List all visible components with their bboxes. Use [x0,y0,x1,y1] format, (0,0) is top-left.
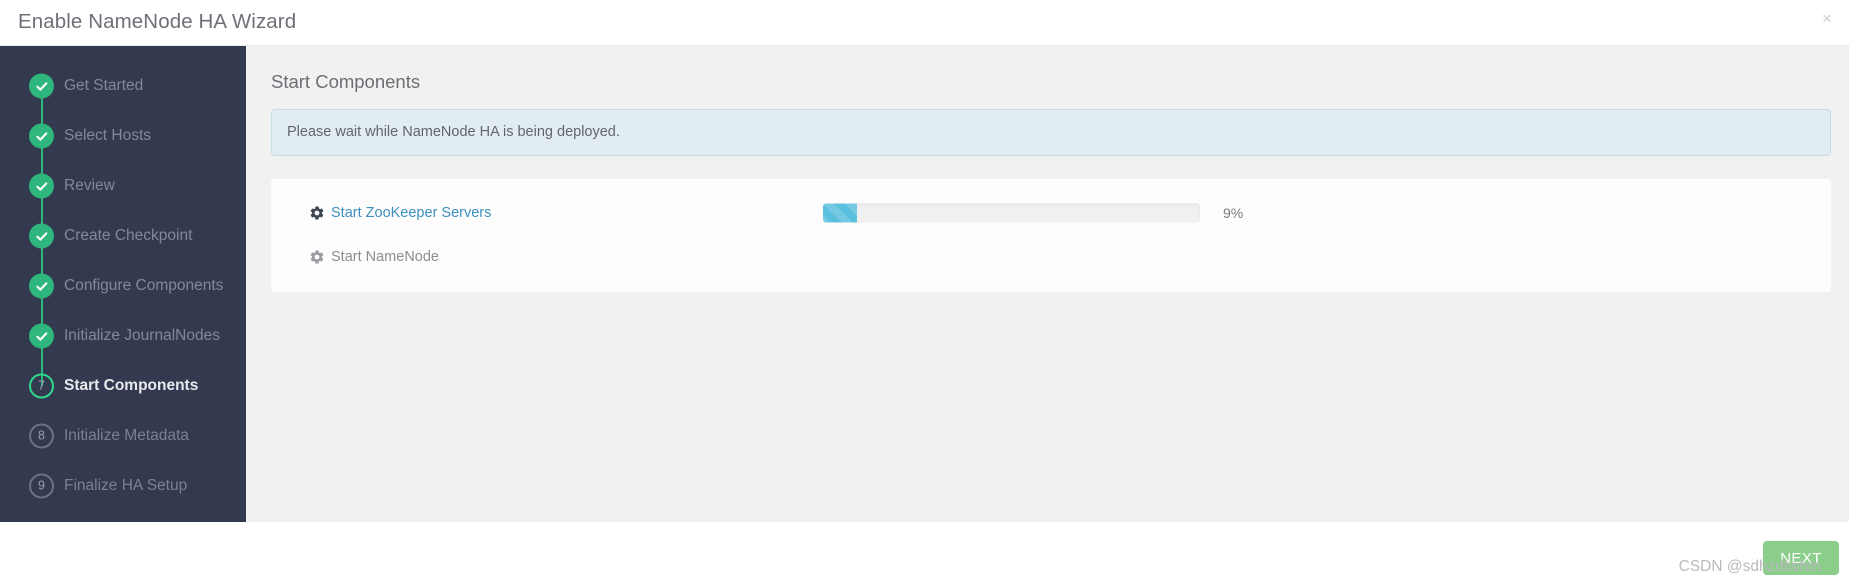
sidebar-step-label: Finalize HA Setup [64,477,188,494]
step-complete-check-icon [29,273,54,299]
main-content: Start Components Please wait while NameN… [246,46,1849,522]
step-complete-check-icon [29,173,54,199]
sidebar-step-configure-components[interactable]: Configure Components [0,261,246,336]
next-button[interactable]: NEXT [1763,541,1839,575]
step-number: 8 [38,428,45,443]
step-complete-check-icon [29,73,54,99]
sidebar-step-select-hosts[interactable]: Select Hosts [0,111,246,186]
step-number-badge: 9 [29,473,54,499]
task-list-card: Start ZooKeeper Servers 9% Start NameNode [271,179,1831,292]
step-number-badge: 8 [29,423,54,449]
sidebar-step-get-started[interactable]: Get Started [0,61,246,136]
sidebar-step-finalize-ha-setup[interactable]: 9 Finalize HA Setup [0,461,246,511]
footer-bar: NEXT CSDN @sdhzdtwhm [0,522,1849,584]
sidebar-step-label: Start Components [64,377,199,394]
close-icon[interactable]: × [1816,8,1838,30]
step-complete-check-icon [29,123,54,149]
step-number: 7 [38,378,45,393]
sidebar-step-label: Review [64,177,115,194]
step-list: Get Started Select Hosts Review Create Chec… [0,61,246,511]
title-bar: Enable NameNode HA Wizard × [0,0,1849,46]
task-row: Start ZooKeeper Servers 9% [271,191,1831,235]
sidebar-step-label: Initialize JournalNodes [64,327,220,344]
sidebar-step-initialize-metadata[interactable]: 8 Initialize Metadata [0,411,246,461]
window-title: Enable NameNode HA Wizard [18,10,297,33]
info-banner-text: Please wait while NameNode HA is being d… [287,124,620,140]
sidebar-step-label: Select Hosts [64,127,152,144]
task-row: Start NameNode [271,235,1831,279]
sidebar-step-label: Initialize Metadata [64,427,189,444]
step-complete-check-icon [29,223,54,249]
task-label[interactable]: Start ZooKeeper Servers [331,205,491,221]
wizard-step-sidebar: Get Started Select Hosts Review Create Chec… [0,46,246,522]
sidebar-step-review[interactable]: Review [0,161,246,236]
step-number: 9 [38,478,45,493]
info-banner: Please wait while NameNode HA is being d… [271,109,1831,156]
sidebar-step-label: Create Checkpoint [64,227,193,244]
sidebar-step-create-checkpoint[interactable]: Create Checkpoint [0,211,246,286]
page-title: Start Components [271,71,421,92]
gear-icon [309,249,325,265]
wizard-dialog: Enable NameNode HA Wizard × Get Started S… [0,0,1849,584]
sidebar-step-label: Configure Components [64,277,224,294]
sidebar-step-initialize-journalnodes[interactable]: Initialize JournalNodes [0,311,246,386]
step-number-badge: 7 [29,373,54,399]
task-progress-bar [823,203,1200,223]
gear-icon [309,205,325,221]
task-label: Start NameNode [331,249,439,265]
sidebar-step-start-components[interactable]: 7 Start Components [0,361,246,411]
sidebar-step-label: Get Started [64,77,144,94]
task-progress-fill [823,203,857,223]
task-progress-percent: 9% [1223,205,1244,221]
step-complete-check-icon [29,323,54,349]
